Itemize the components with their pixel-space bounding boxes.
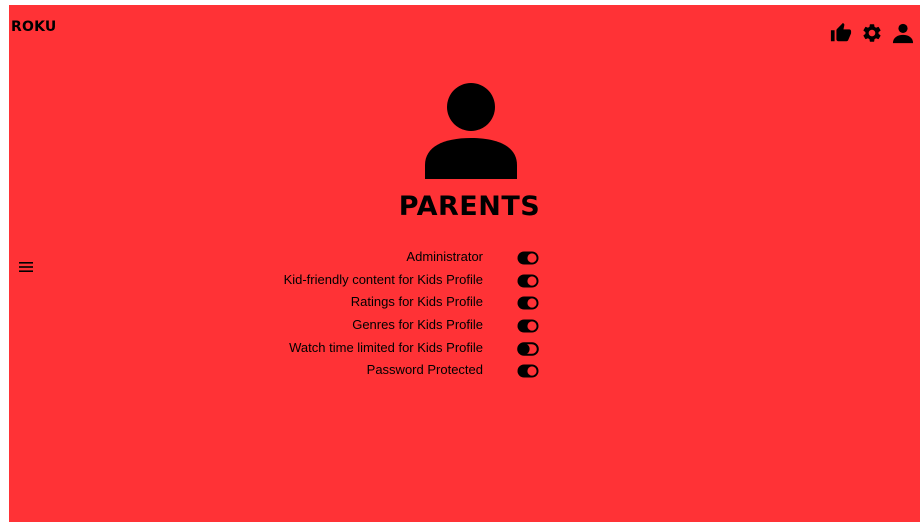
profile-name: PARENTS [398,191,541,222]
brand-logo[interactable]: ROKU [11,19,56,35]
thumbs-up-icon[interactable] [830,22,852,44]
setting-label: Ratings for Kids Profile [350,294,483,310]
toggle-switch-on[interactable] [517,364,539,378]
gear-icon[interactable] [861,22,883,44]
setting-row-kid-friendly-content: Kid-friendly content for Kids Profile [9,271,569,296]
setting-row-watch-time-limited: Watch time limited for Kids Profile [9,339,569,364]
setting-label: Password Protected [366,362,483,378]
setting-row-ratings: Ratings for Kids Profile [9,295,569,318]
settings-list: Administrator Kid-friendly content for K… [9,250,569,386]
toggle-switch-on[interactable] [517,319,539,333]
app-frame: ROKU PARENTS Administrator Kid-friendly … [9,5,920,522]
setting-label: Administrator [406,249,483,264]
setting-label: Genres for Kids Profile [352,317,483,333]
setting-row-administrator: Administrator [9,250,569,273]
header-actions [830,22,914,44]
setting-row-genres: Genres for Kids Profile [9,318,569,341]
setting-row-password-protected: Password Protected [9,363,569,386]
toggle-switch-off[interactable] [517,341,539,356]
setting-label: Kid-friendly content for Kids Profile [283,271,483,287]
toggle-switch-on[interactable] [517,251,539,265]
toggle-switch-on[interactable] [517,296,539,310]
setting-label: Watch time limited for Kids Profile [289,339,483,355]
profile-avatar-icon [425,83,517,179]
user-icon[interactable] [892,22,914,44]
toggle-switch-on[interactable] [517,274,539,288]
